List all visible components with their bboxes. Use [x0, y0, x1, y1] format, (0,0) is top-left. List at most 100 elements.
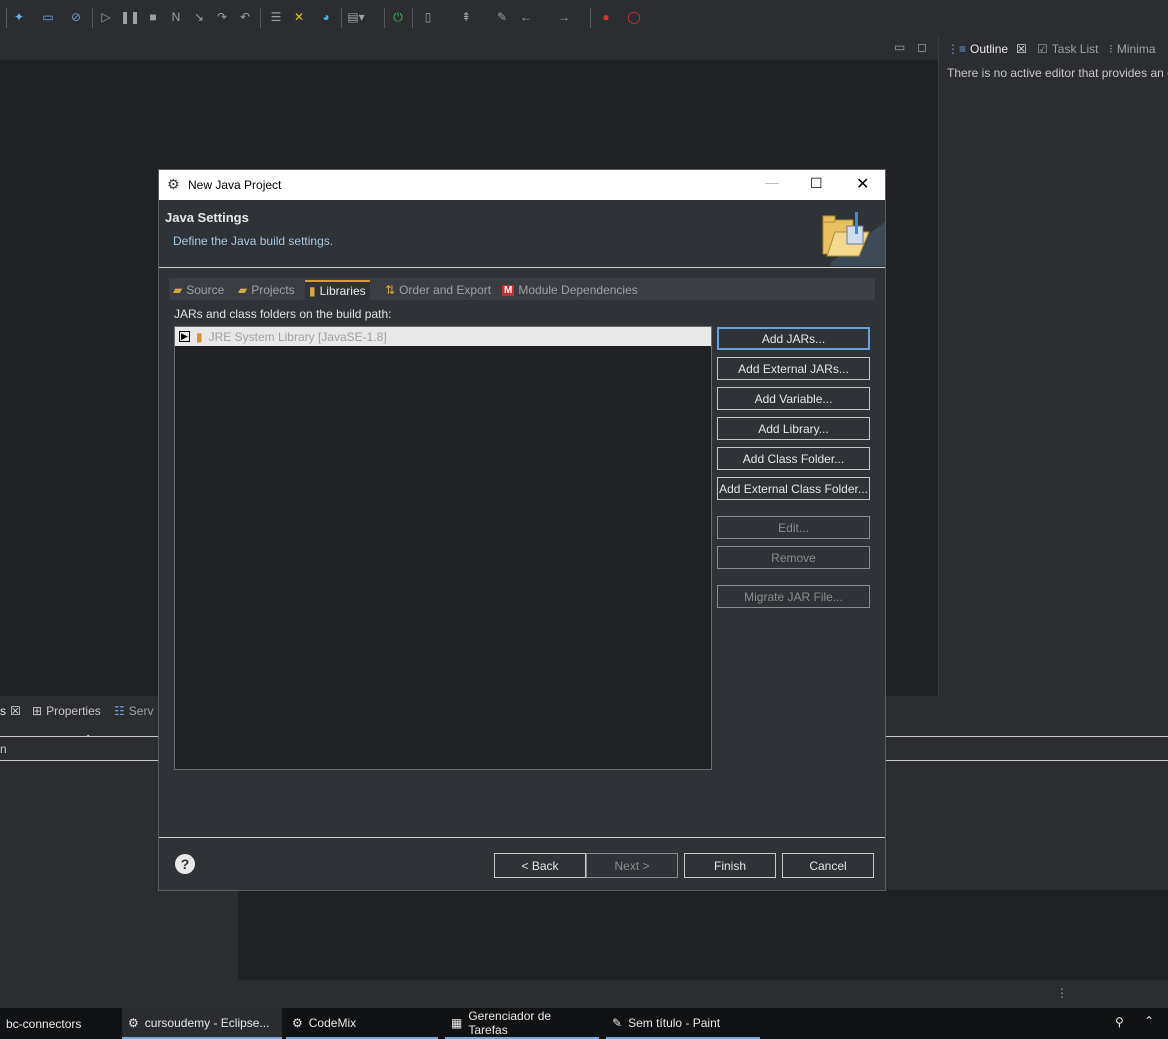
- toolbar-separator: [260, 8, 261, 28]
- build-path-list[interactable]: ▶ ▮ JRE System Library [JavaSE-1.8]: [174, 326, 712, 770]
- forward-arrow-icon[interactable]: →: [556, 9, 572, 25]
- layout-dropdown-icon[interactable]: ▤▾: [347, 9, 364, 25]
- source-folder-icon: ▰: [173, 283, 183, 297]
- tab-libraries[interactable]: ▮ Libraries: [305, 280, 370, 300]
- terminate-icon[interactable]: ■: [145, 9, 161, 25]
- dialog-title-bar: ⚙ New Java Project — ☐ ✕: [159, 170, 885, 200]
- redhat-icon[interactable]: ●: [598, 9, 614, 25]
- chevron-up-icon[interactable]: ⌃: [1144, 1014, 1154, 1028]
- libraries-icon: ▮: [309, 284, 316, 298]
- add-variable-button[interactable]: Add Variable...: [717, 387, 870, 410]
- close-icon[interactable]: ☒: [10, 704, 21, 718]
- toolbar-separator: [341, 8, 342, 28]
- people-icon[interactable]: ⚲: [1115, 1015, 1124, 1029]
- properties-icon: ⊞: [32, 704, 43, 718]
- tab-properties[interactable]: ⊞ Properties: [32, 702, 101, 720]
- bottom-content: [238, 890, 1168, 980]
- projects-icon: ▰: [238, 283, 248, 297]
- taskbar-item-paint[interactable]: ✎ Sem título - Paint: [606, 1008, 760, 1039]
- add-external-class-folder-button[interactable]: Add External Class Folder...: [717, 477, 870, 500]
- footer-divider: [159, 837, 885, 838]
- taskbar-item-bc-connectors[interactable]: bc-connectors: [0, 1008, 118, 1039]
- tab-module-dependencies[interactable]: M Module Dependencies: [498, 280, 642, 300]
- dialog-title: New Java Project: [188, 178, 282, 192]
- tab-servers[interactable]: ☷ Serv: [114, 702, 153, 720]
- maximize-icon[interactable]: ◻: [917, 40, 927, 54]
- remove-button[interactable]: Remove: [717, 546, 870, 569]
- cancel-button[interactable]: Cancel: [782, 853, 874, 878]
- migrate-jar-button[interactable]: Migrate JAR File...: [717, 585, 870, 608]
- tab-outline[interactable]: ⋮≡ Outline ☒: [947, 40, 1027, 58]
- step-over-icon[interactable]: ↷: [214, 9, 230, 25]
- eclipse-icon: ⚙: [292, 1015, 303, 1030]
- resume-icon[interactable]: ▷: [98, 9, 114, 25]
- minimize-icon[interactable]: ▭: [894, 40, 905, 54]
- close-icon[interactable]: ☒: [1016, 42, 1027, 56]
- list-item[interactable]: ▶ ▮ JRE System Library [JavaSE-1.8]: [175, 327, 711, 346]
- open-type-icon[interactable]: ✕: [291, 9, 307, 25]
- status-bar: ⋮: [0, 980, 1168, 1008]
- outline-panel: ⋮≡ Outline ☒ ☑ Task List ⁝ Minima There …: [938, 36, 1168, 696]
- toolbar-separator: [412, 8, 413, 28]
- taskbar-item-task-manager[interactable]: ▦ Gerenciador de Tarefas: [445, 1008, 599, 1039]
- openshift-icon[interactable]: ◯: [626, 9, 642, 25]
- tab-minimap[interactable]: ⁝ Minima: [1109, 40, 1156, 58]
- status-menu-icon[interactable]: ⋮: [1056, 986, 1068, 1000]
- disconnect-icon[interactable]: N: [168, 9, 184, 25]
- add-jars-button[interactable]: Add JARs...: [717, 327, 870, 350]
- new-file-icon[interactable]: ▯: [420, 9, 436, 25]
- main-toolbar: ✦ ▭ ⊘ ▷ ❚❚ ■ N ↘ ↷ ↶ ☰ ✕ ◕ ▤▾ ⏻ ▯ ⇞ ✎ ← …: [0, 0, 1168, 37]
- dialog-header: Java Settings Define the Java build sett…: [159, 200, 885, 268]
- next-button[interactable]: Next >: [586, 853, 678, 878]
- task-list-icon: ☑: [1037, 42, 1048, 56]
- library-icon: ▮: [196, 329, 203, 344]
- taskbar: bc-connectors ⚙ cursoudemy - Eclipse... …: [0, 1008, 1168, 1039]
- toolbar-separator: [590, 8, 591, 28]
- outline-message: There is no active editor that provides …: [947, 66, 1168, 80]
- tab-source[interactable]: ▰ Source: [169, 280, 228, 300]
- back-arrow-icon[interactable]: ←: [518, 9, 534, 25]
- column-header[interactable]: n: [0, 742, 7, 756]
- eclipse-icon: ⚙: [167, 176, 180, 192]
- prev-annotation-icon[interactable]: ⇞: [458, 9, 474, 25]
- folder-banner-icon: [822, 212, 885, 266]
- step-return-icon[interactable]: ↶: [237, 9, 253, 25]
- page-title: Java Settings: [165, 210, 249, 225]
- outline-icon: ⋮≡: [947, 42, 967, 56]
- add-external-jars-button[interactable]: Add External JARs...: [717, 357, 870, 380]
- watch-icon[interactable]: ◕: [318, 9, 334, 25]
- module-icon: M: [502, 284, 515, 296]
- back-button[interactable]: < Back: [494, 853, 586, 878]
- sort-chevron-icon[interactable]: ⌃: [84, 734, 92, 745]
- finish-button[interactable]: Finish: [684, 853, 776, 878]
- step-into-icon[interactable]: ↘: [191, 9, 207, 25]
- debug-config-icon[interactable]: ✦: [11, 9, 27, 25]
- add-class-folder-button[interactable]: Add Class Folder...: [717, 447, 870, 470]
- help-icon[interactable]: ?: [175, 854, 195, 874]
- minimap-icon: ⁝: [1109, 42, 1113, 56]
- maximize-button[interactable]: ☐: [810, 175, 823, 192]
- toolbar-separator: [6, 8, 7, 28]
- order-arrows-icon: ⇅: [385, 283, 396, 297]
- expand-icon[interactable]: ▶: [179, 331, 190, 342]
- eclipse-icon: ⚙: [128, 1015, 139, 1030]
- monitor-icon[interactable]: ▭: [40, 9, 56, 25]
- list-label: JARs and class folders on the build path…: [174, 307, 392, 321]
- minimize-button[interactable]: —: [765, 174, 779, 190]
- taskbar-item-codemix[interactable]: ⚙ CodeMix: [286, 1008, 438, 1039]
- edit-button[interactable]: Edit...: [717, 516, 870, 539]
- tab-projects[interactable]: ▰ Projects: [234, 280, 299, 300]
- taskbar-item-eclipse[interactable]: ⚙ cursoudemy - Eclipse...: [122, 1008, 282, 1039]
- tab-order-and-export[interactable]: ⇅ Order and Export: [381, 280, 495, 300]
- run-icon[interactable]: ⏻: [390, 9, 406, 25]
- outline-view-icon[interactable]: ☰: [268, 9, 284, 25]
- close-button[interactable]: ✕: [856, 174, 869, 194]
- skip-breakpoints-icon[interactable]: ⊘: [68, 9, 84, 25]
- tab-task-list[interactable]: ☑ Task List: [1037, 40, 1098, 58]
- servers-icon: ☷: [114, 704, 125, 718]
- tab-servers-partial[interactable]: s ☒: [0, 702, 21, 720]
- suspend-icon[interactable]: ❚❚: [120, 9, 140, 25]
- page-subtitle: Define the Java build settings.: [173, 234, 334, 248]
- add-library-button[interactable]: Add Library...: [717, 417, 870, 440]
- last-edit-icon[interactable]: ✎: [494, 9, 510, 25]
